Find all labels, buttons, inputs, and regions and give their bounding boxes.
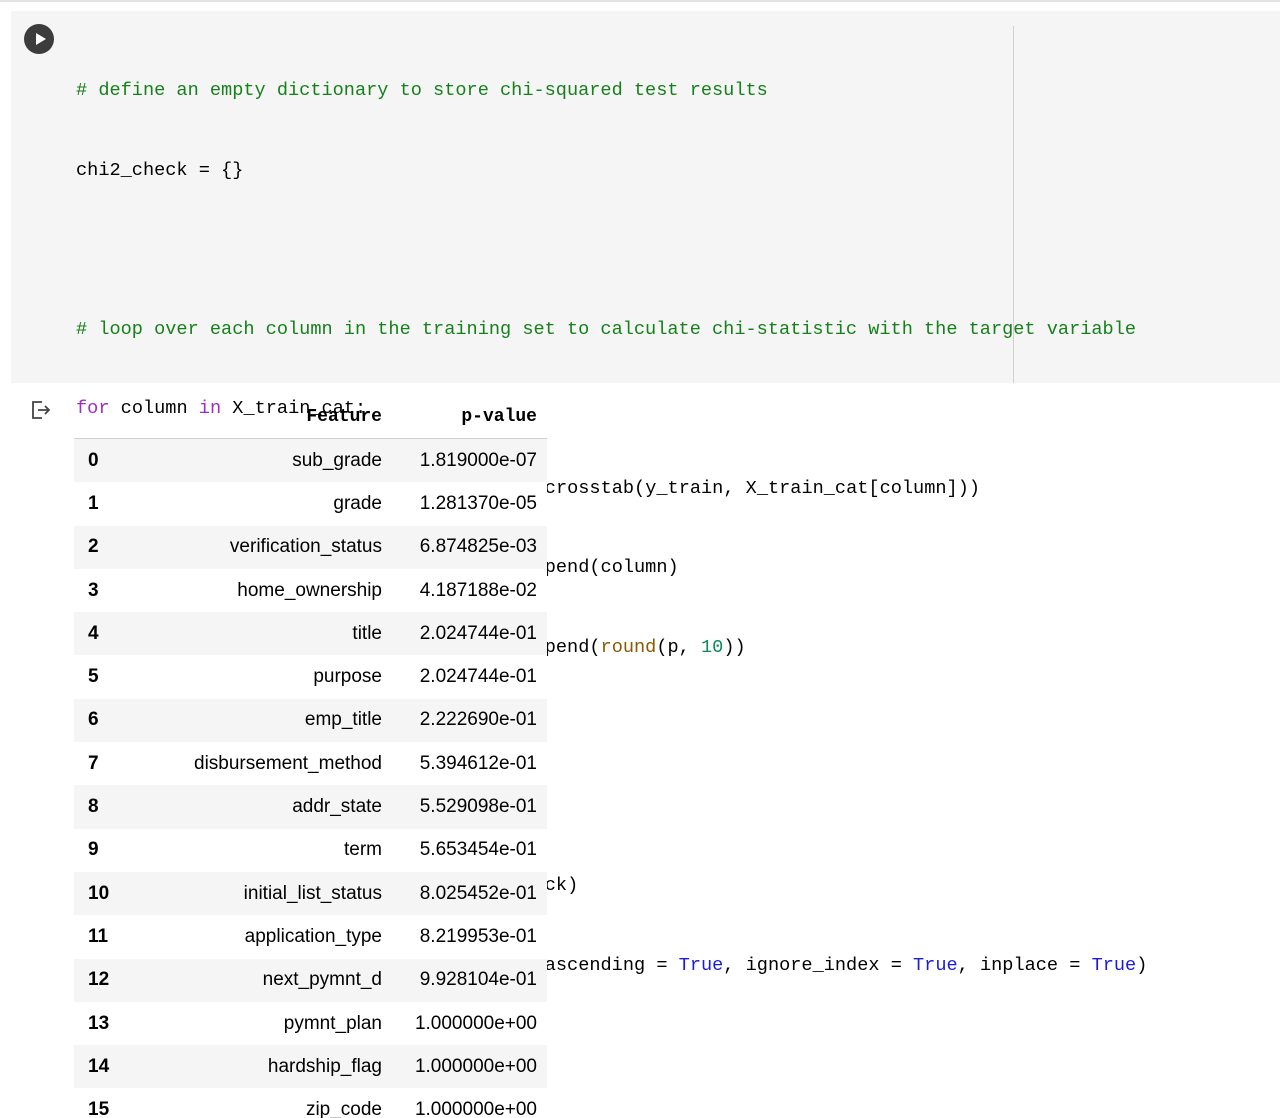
p-value-cell: 1.819000e-07 xyxy=(419,449,537,471)
p-value-cell: 2.024744e-01 xyxy=(419,666,537,688)
row-index: 3 xyxy=(88,579,99,601)
run-cell-button[interactable] xyxy=(24,24,54,54)
p-value-cell: 8.025452e-01 xyxy=(419,882,537,904)
p-value-cell: 6.874825e-03 xyxy=(419,536,537,558)
table-row: 15 zip_code 1.000000e+00 xyxy=(74,1088,547,1118)
table-row: 7 disbursement_method 5.394612e-01 xyxy=(74,742,547,786)
table-row: 9 term 5.653454e-01 xyxy=(74,828,547,872)
feature-cell: sub_grade xyxy=(292,449,382,471)
row-index: 6 xyxy=(88,709,99,731)
row-index: 14 xyxy=(88,1055,110,1077)
code-line: # define an empty dictionary to store ch… xyxy=(76,78,1147,105)
p-value-cell: 5.529098e-01 xyxy=(419,796,537,818)
table-row: 12 next_pymnt_d 9.928104e-01 xyxy=(74,958,547,1002)
feature-cell: next_pymnt_d xyxy=(262,969,382,991)
output-redirect-icon[interactable] xyxy=(30,399,52,421)
code-comment: # define an empty dictionary to store ch… xyxy=(76,80,768,101)
feature-cell: verification_status xyxy=(229,536,382,558)
p-value-cell: 1.000000e+00 xyxy=(414,1055,537,1077)
feature-cell: hardship_flag xyxy=(267,1055,382,1077)
row-index: 8 xyxy=(88,796,99,818)
p-value-cell: 1.000000e+00 xyxy=(414,1012,537,1034)
feature-cell: title xyxy=(352,622,382,644)
feature-cell: emp_title xyxy=(304,709,382,731)
row-index: 9 xyxy=(88,839,99,861)
table-row: 8 addr_state 5.529098e-01 xyxy=(74,785,547,829)
table-row: 3 home_ownership 4.187188e-02 xyxy=(74,568,547,613)
table-row: 6 emp_title 2.222690e-01 xyxy=(74,698,547,743)
table-header-row: Feature p-value xyxy=(74,395,547,439)
row-index: 5 xyxy=(88,666,99,688)
top-divider xyxy=(0,0,1280,2)
p-value-cell: 4.187188e-02 xyxy=(419,579,537,601)
p-value-cell: 5.394612e-01 xyxy=(419,752,537,774)
table-row: 13 pymnt_plan 1.000000e+00 xyxy=(74,1001,547,1046)
table-row: 2 verification_status 6.874825e-03 xyxy=(74,525,547,569)
feature-cell: pymnt_plan xyxy=(283,1012,382,1034)
p-value-cell: 8.219953e-01 xyxy=(419,925,537,947)
feature-cell: term xyxy=(344,839,382,861)
row-index: 12 xyxy=(88,969,110,991)
p-value-cell: 2.222690e-01 xyxy=(419,709,537,731)
code-comment: # loop over each column in the training … xyxy=(76,318,1137,340)
index-header xyxy=(74,395,138,439)
p-value-cell: 1.281370e-05 xyxy=(419,492,537,514)
p-value-cell: 5.653454e-01 xyxy=(419,839,537,861)
play-icon xyxy=(36,33,46,45)
code-line: # loop over each column in the training … xyxy=(76,317,1147,344)
row-index: 2 xyxy=(88,536,99,558)
p-value-cell: 1.000000e+00 xyxy=(414,1099,537,1118)
feature-column-header: Feature xyxy=(138,395,402,439)
table-row: 11 application_type 8.219953e-01 xyxy=(74,915,547,959)
feature-cell: purpose xyxy=(313,666,382,688)
feature-cell: application_type xyxy=(244,925,382,947)
table-body: 0 sub_grade 1.819000e-07 1 grade 1.281370e-05… xyxy=(74,438,547,1118)
row-index: 10 xyxy=(88,882,110,904)
feature-cell: zip_code xyxy=(305,1099,382,1118)
row-index: 11 xyxy=(88,925,109,947)
row-index: 13 xyxy=(88,1012,110,1034)
table-row: 5 purpose 2.024744e-01 xyxy=(74,655,547,699)
cell-output: Feature p-value 0 sub_grade 1.819000e-07 1 g… xyxy=(74,395,547,1118)
p-value-cell: 2.024744e-01 xyxy=(419,622,537,644)
table-row: 1 grade 1.281370e-05 xyxy=(74,482,547,526)
table-row: 10 initial_list_status 8.025452e-01 xyxy=(74,871,547,916)
feature-cell: addr_state xyxy=(292,796,382,818)
row-index: 1 xyxy=(88,492,99,514)
code-text: chi2_check = {} xyxy=(76,159,244,181)
table-row: 0 sub_grade 1.819000e-07 xyxy=(74,438,547,483)
feature-cell: initial_list_status xyxy=(243,882,382,904)
row-index: 0 xyxy=(88,449,99,471)
table-row: 14 hardship_flag 1.000000e+00 xyxy=(74,1045,547,1089)
feature-cell: home_ownership xyxy=(237,579,382,601)
feature-cell: grade xyxy=(333,492,382,514)
p-value-cell: 9.928104e-01 xyxy=(419,969,537,991)
row-index: 15 xyxy=(88,1099,110,1118)
table-row: 4 title 2.024744e-01 xyxy=(74,612,547,656)
dataframe-table: Feature p-value 0 sub_grade 1.819000e-07 1 g… xyxy=(74,395,547,1118)
feature-cell: disbursement_method xyxy=(194,752,382,774)
row-index: 4 xyxy=(88,622,99,644)
row-index: 7 xyxy=(88,752,99,774)
code-line: chi2_check = {} xyxy=(76,158,1147,185)
p-value-column-header: p-value xyxy=(402,395,547,439)
